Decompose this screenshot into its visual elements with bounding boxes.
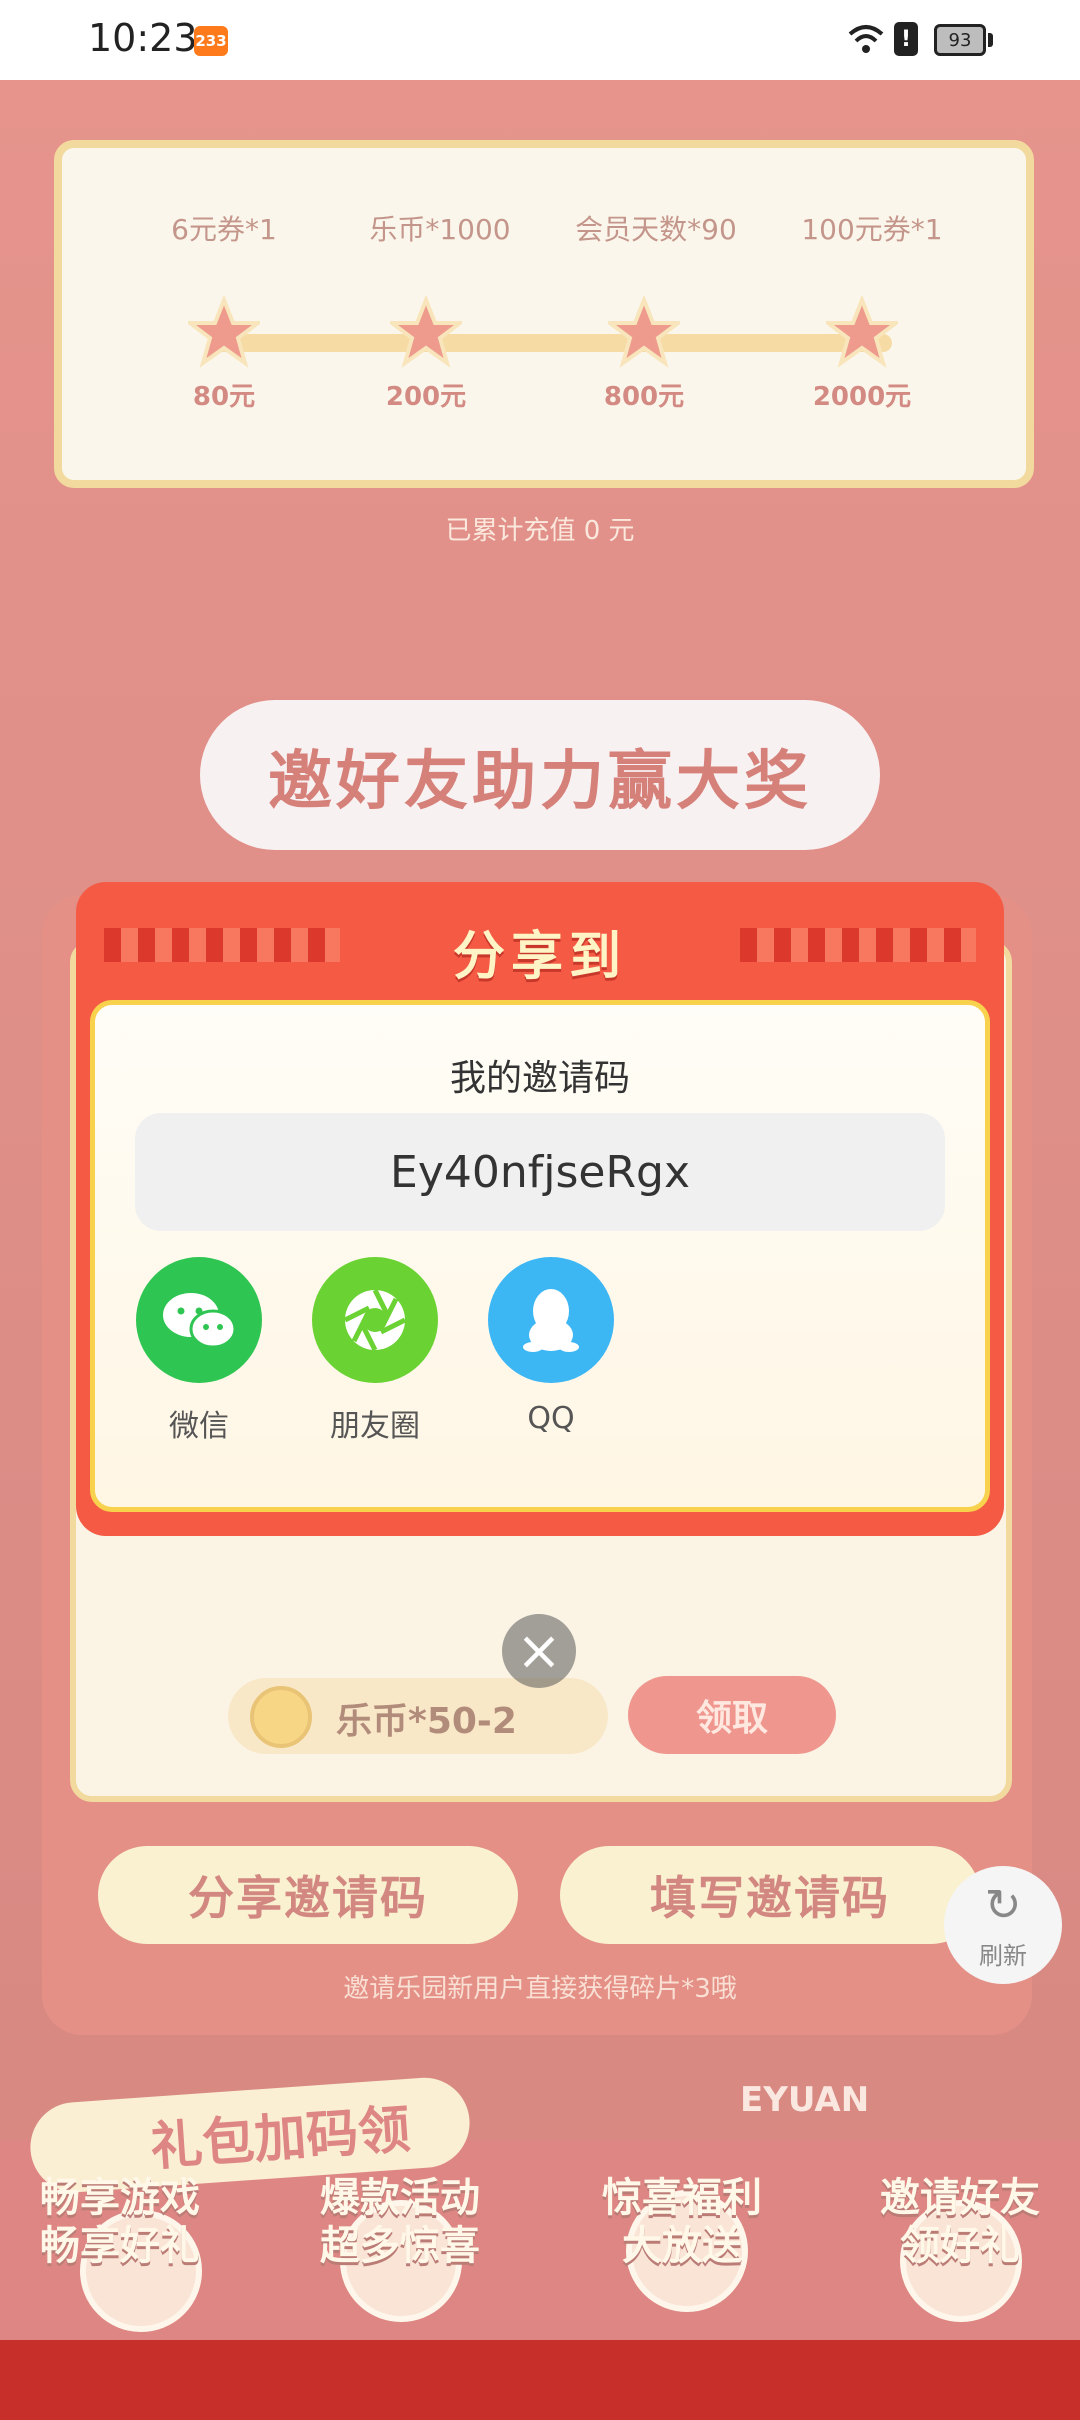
share-label: 朋友圈 (330, 1409, 420, 1444)
moments-icon (312, 1257, 438, 1383)
qq-icon (488, 1257, 614, 1383)
modal-title: 分享到 (452, 927, 627, 987)
share-label: 微信 (169, 1409, 229, 1444)
share-qq-button[interactable]: QQ (481, 1257, 621, 1436)
invite-code-label: 我的邀请码 (449, 1058, 630, 1099)
wechat-icon (136, 1257, 262, 1383)
wifi-icon (848, 25, 884, 53)
share-label: QQ (527, 1401, 575, 1436)
share-wechat-button[interactable]: 微信 (129, 1257, 269, 1445)
status-bar: 10:23 233 ! 93 (0, 0, 1080, 80)
share-moments-button[interactable]: 朋友圈 (305, 1257, 445, 1445)
app-notification-badge: 233 (194, 26, 228, 56)
battery-cap (988, 33, 993, 47)
status-time: 10:23 (88, 16, 198, 60)
share-modal: 分享到 我的邀请码 Ey40nfjseRgx 微信 朋友圈 QQ (76, 882, 1004, 1536)
modal-body: 我的邀请码 Ey40nfjseRgx 微信 朋友圈 QQ (90, 1000, 990, 1512)
alert-icon: ! (894, 22, 918, 56)
battery-icon: 93 (934, 24, 986, 56)
invite-code-box[interactable]: Ey40nfjseRgx (135, 1113, 945, 1231)
close-icon[interactable]: × (502, 1614, 576, 1688)
invite-code-value: Ey40nfjseRgx (390, 1147, 690, 1198)
